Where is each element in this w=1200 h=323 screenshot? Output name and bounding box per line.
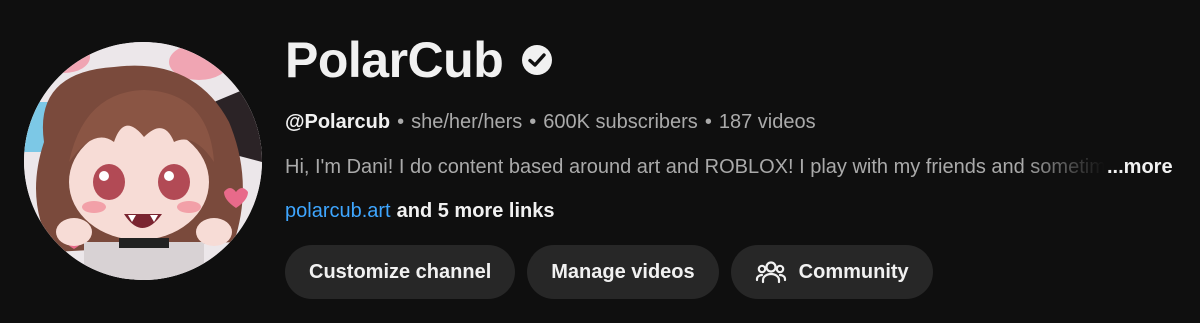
more-description-button[interactable]: ...more bbox=[1107, 151, 1173, 183]
people-icon bbox=[755, 256, 787, 288]
title-row: PolarCub bbox=[285, 28, 1185, 92]
channel-link[interactable]: polarcub.art bbox=[285, 200, 391, 222]
manage-videos-label: Manage videos bbox=[551, 260, 695, 283]
channel-links: polarcub.art and 5 more links bbox=[285, 197, 1185, 225]
meta-separator: • bbox=[397, 111, 405, 133]
description-text: Hi, I'm Dani! I do content based around … bbox=[285, 156, 1105, 178]
subscriber-count: 600K subscribers bbox=[543, 111, 698, 133]
verified-check-icon[interactable] bbox=[519, 42, 555, 78]
customize-channel-label: Customize channel bbox=[309, 260, 492, 283]
meta-separator: • bbox=[529, 111, 537, 133]
channel-avatar[interactable] bbox=[24, 42, 262, 280]
action-buttons: Customize channel Manage videos Communit… bbox=[285, 245, 1185, 299]
channel-header: PolarCub @Polarcub • she/her/hers • 600K sub… bbox=[0, 0, 1200, 323]
channel-name: PolarCub bbox=[285, 32, 504, 88]
customize-channel-button[interactable]: Customize channel bbox=[285, 245, 516, 299]
community-label: Community bbox=[798, 260, 909, 283]
meta-separator: • bbox=[704, 111, 712, 133]
channel-pronouns: she/her/hers bbox=[411, 111, 523, 133]
community-button[interactable]: Community bbox=[730, 245, 933, 299]
channel-description[interactable]: Hi, I'm Dani! I do content based around … bbox=[285, 151, 1175, 183]
avatar-illustration bbox=[24, 42, 262, 280]
channel-info: PolarCub @Polarcub • she/her/hers • 600K sub… bbox=[285, 28, 1185, 299]
manage-videos-button[interactable]: Manage videos bbox=[527, 245, 719, 299]
more-links-button[interactable]: and 5 more links bbox=[397, 200, 555, 222]
channel-meta: @Polarcub • she/her/hers • 600K subscribers •… bbox=[285, 108, 1185, 136]
channel-handle: @Polarcub bbox=[285, 111, 391, 133]
video-count: 187 videos bbox=[718, 111, 816, 133]
